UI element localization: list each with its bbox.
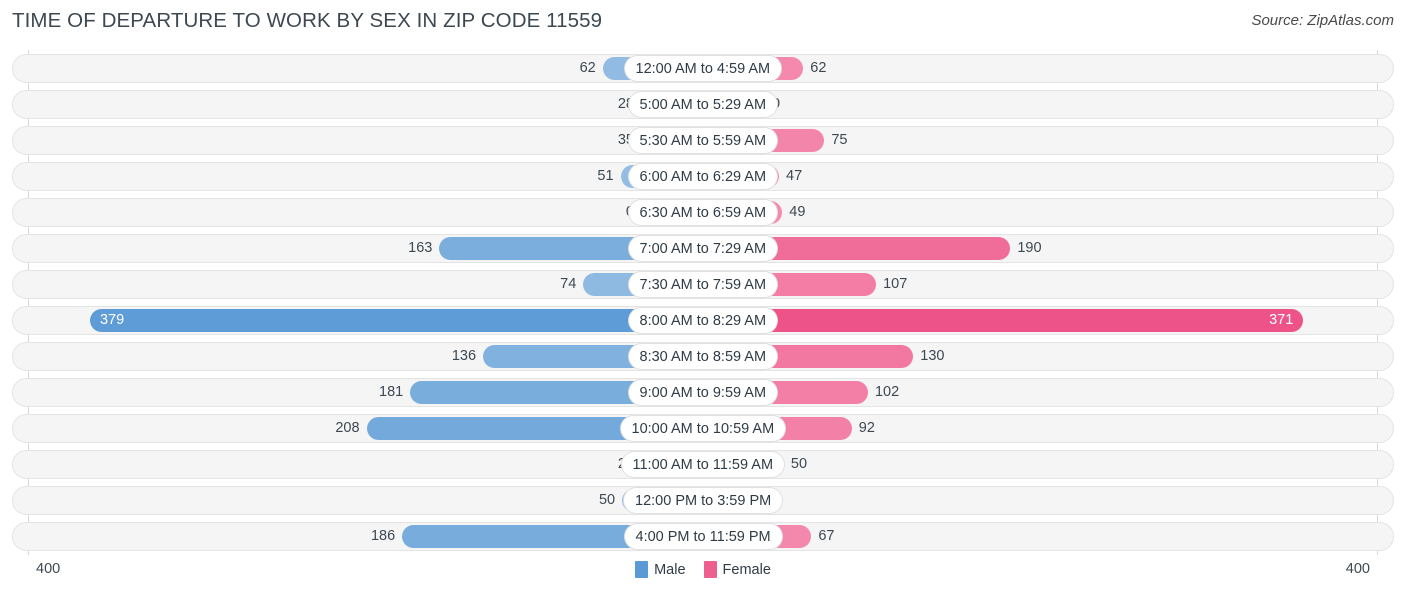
value-label-female: 50 [790,456,808,472]
value-label-female: 67 [818,528,835,544]
category-label-text: 6:30 AM to 6:59 AM [639,204,767,221]
category-label-text: 6:00 AM to 6:29 AM [639,168,767,185]
value-label-male: 186 [370,528,396,544]
category-label-pill: 6:30 AM to 6:59 AM [628,200,778,225]
chart-row[interactable]: 163 190 7:00 AM to 7:29 AM [12,234,1394,263]
chart-header: TIME OF DEPARTURE TO WORK BY SEX IN ZIP … [0,0,1406,42]
chart-row[interactable]: 186 67 4:00 PM to 11:59 PM [12,522,1394,551]
value-label-male: 50 [598,492,616,508]
value-label-male: 62 [579,60,596,76]
category-label-pill: 4:00 PM to 11:59 PM [624,524,782,549]
value-label-female: 49 [789,204,806,220]
value-label-female: 190 [1017,240,1042,256]
chart-row[interactable]: 2805:00 AM to 5:29 AM [12,90,1394,119]
legend-label-female: Female [722,561,771,578]
chart-row[interactable]: 136 130 8:30 AM to 8:59 AM [12,342,1394,371]
category-label-text: 12:00 AM to 4:59 AM [635,60,771,77]
category-label-pill: 5:30 AM to 5:59 AM [628,128,778,153]
category-label-text: 5:00 AM to 5:29 AM [639,96,767,113]
chart-row[interactable]: 379 371 8:00 AM to 8:29 AM [12,306,1394,335]
chart-row[interactable]: 74 107 7:30 AM to 7:59 AM [12,270,1394,299]
category-label-text: 8:30 AM to 8:59 AM [639,348,767,365]
chart-row[interactable]: 215011:00 AM to 11:59 AM [12,450,1394,479]
value-label-female: 75 [831,132,848,148]
category-label-text: 9:00 AM to 9:59 AM [639,384,767,401]
chart-plot-area: 62 62 12:00 AM to 4:59 AM 2805:00 AM to 5:2… [0,50,1406,555]
category-label-text: 5:30 AM to 5:59 AM [639,132,767,149]
legend-swatch-female-icon [703,561,717,578]
chart-row[interactable]: 208 92 10:00 AM to 10:59 AM [12,414,1394,443]
bar-female[interactable] [703,309,1304,332]
value-label-male: 379 [99,312,125,328]
value-label-female: 130 [920,348,945,364]
bar-male[interactable] [89,309,703,332]
chart-legend: Male Female [0,561,1406,578]
category-label-pill: 8:30 AM to 8:59 AM [628,344,778,369]
chart-row[interactable]: 35 75 5:30 AM to 5:59 AM [12,126,1394,155]
legend-label-male: Male [654,561,686,578]
category-label-pill: 6:00 AM to 6:29 AM [628,164,778,189]
category-label-text: 10:00 AM to 10:59 AM [631,420,775,437]
value-label-male: 181 [379,384,404,400]
category-label-pill: 5:00 AM to 5:29 AM [628,92,778,117]
value-label-male: 163 [408,240,433,256]
category-label-pill: 10:00 AM to 10:59 AM [620,416,786,441]
category-label-pill: 9:00 AM to 9:59 AM [628,380,778,405]
chart-row[interactable]: 0496:30 AM to 6:59 AM [12,198,1394,227]
category-label-pill: 7:00 AM to 7:29 AM [628,236,778,261]
value-label-female: 92 [858,420,875,436]
value-label-male: 51 [597,168,614,184]
category-label-text: 12:00 PM to 3:59 PM [635,492,772,509]
legend-item-female[interactable]: Female [703,561,771,578]
value-label-male: 136 [451,348,477,364]
value-label-female: 107 [883,276,908,292]
page-title: TIME OF DEPARTURE TO WORK BY SEX IN ZIP … [12,9,603,32]
category-label-pill: 12:00 AM to 4:59 AM [624,56,782,81]
chart-row[interactable]: 62 62 12:00 AM to 4:59 AM [12,54,1394,83]
value-label-female: 371 [1269,312,1294,328]
chart-row[interactable]: 50012:00 PM to 3:59 PM [12,486,1394,515]
value-label-female: 62 [810,60,827,76]
chart-footer: 400 400 Male Female [0,555,1406,595]
source-attribution: Source: ZipAtlas.com [1251,12,1394,29]
chart-row[interactable]: 181 102 9:00 AM to 9:59 AM [12,378,1394,407]
legend-item-male[interactable]: Male [635,561,686,578]
category-label-pill: 12:00 PM to 3:59 PM [624,488,783,513]
category-label-text: 4:00 PM to 11:59 PM [635,528,771,545]
value-label-male: 74 [560,276,577,292]
category-label-text: 7:00 AM to 7:29 AM [639,240,767,257]
category-label-text: 11:00 AM to 11:59 AM [632,456,774,473]
value-label-male: 208 [335,420,360,436]
category-label-pill: 11:00 AM to 11:59 AM [621,452,785,477]
chart-row[interactable]: 51 47 6:00 AM to 6:29 AM [12,162,1394,191]
value-label-female: 102 [874,384,900,400]
category-label-pill: 7:30 AM to 7:59 AM [628,272,778,297]
value-label-female: 47 [786,168,803,184]
category-label-pill: 8:00 AM to 8:29 AM [628,308,778,333]
category-label-text: 7:30 AM to 7:59 AM [639,276,767,293]
legend-swatch-male-icon [635,561,649,578]
category-label-text: 8:00 AM to 8:29 AM [639,312,767,329]
